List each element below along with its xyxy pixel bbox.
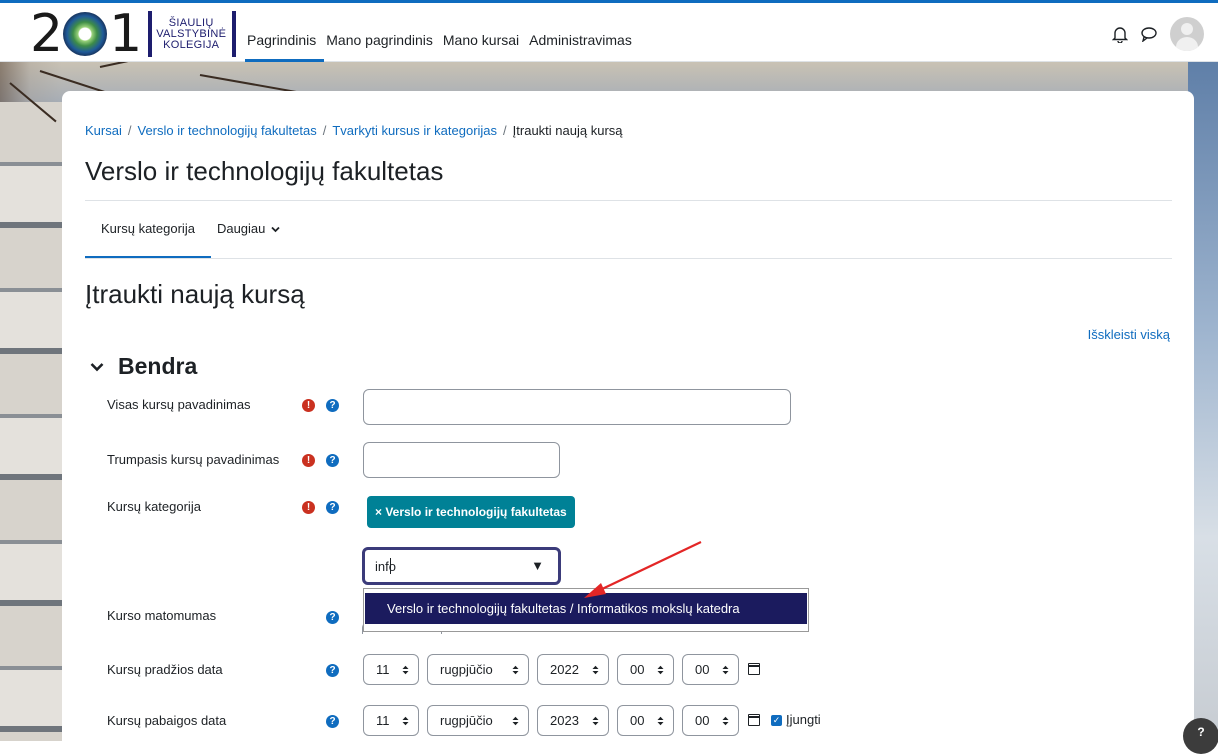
breadcrumb: Kursai / Verslo ir technologijų fakultetas… xyxy=(85,123,623,138)
startdate-minute-select[interactable]: 00 xyxy=(682,654,739,685)
sort-arrows-icon xyxy=(402,706,409,738)
required-icon: ! xyxy=(302,501,315,514)
bell-icon[interactable] xyxy=(1112,25,1128,43)
logo-sun-icon xyxy=(63,12,108,56)
enddate-minute-select[interactable]: 00 xyxy=(682,705,739,736)
category-search-input[interactable]: info ▼ xyxy=(362,547,561,585)
startdate-day-select[interactable]: 11 xyxy=(363,654,419,685)
required-icon: ! xyxy=(302,399,315,412)
category-label: Kursų kategorija xyxy=(107,499,201,514)
select-value: 00 xyxy=(695,713,710,728)
breadcrumb-separator: / xyxy=(322,123,327,138)
tab-kursu-kategorija[interactable]: Kursų kategorija xyxy=(85,201,211,259)
enddate-month-select[interactable]: rugpjūčio xyxy=(427,705,529,736)
sort-arrows-icon xyxy=(592,655,599,687)
secondary-nav: Kursų kategorija Daugiau xyxy=(85,201,296,259)
chat-bubble-icon[interactable] xyxy=(1140,26,1158,42)
category-search-value: info xyxy=(375,559,396,574)
breadcrumb-item-kursai[interactable]: Kursai xyxy=(85,123,122,138)
sort-arrows-icon xyxy=(512,655,519,687)
category-suggestion-option[interactable]: Verslo ir technologijų fakultetas / Info… xyxy=(365,593,807,624)
enddate-day-select[interactable]: 11 xyxy=(363,705,419,736)
shortname-label: Trumpasis kursų pavadinimas xyxy=(107,452,280,467)
calendar-icon[interactable] xyxy=(748,714,760,726)
enddate-hour-select[interactable]: 00 xyxy=(617,705,674,736)
breadcrumb-separator: / xyxy=(127,123,132,138)
sort-arrows-icon xyxy=(512,706,519,738)
help-icon[interactable]: ? xyxy=(326,454,339,467)
calendar-icon[interactable] xyxy=(748,663,760,675)
nav-item-administravimas[interactable]: Administravimas xyxy=(527,3,640,62)
form-heading: Įtraukti naują kursą xyxy=(85,279,305,309)
select-value: rugpjūčio xyxy=(440,713,493,728)
text-cursor xyxy=(390,558,391,574)
logo-digit-right: 1 xyxy=(109,4,142,64)
sort-arrows-icon xyxy=(722,655,729,687)
help-icon[interactable]: ? xyxy=(326,611,339,624)
nav-item-pagrindinis[interactable]: Pagrindinis xyxy=(245,3,325,62)
help-icon[interactable]: ? xyxy=(326,715,339,728)
sort-arrows-icon xyxy=(592,706,599,738)
help-icon[interactable]: ? xyxy=(326,399,339,412)
primary-nav: Pagrindinis Mano pagrindinis Mano kursai… xyxy=(245,3,640,62)
select-value: 11 xyxy=(376,662,390,677)
select-value: 00 xyxy=(630,662,645,677)
tab-daugiau[interactable]: Daugiau xyxy=(211,201,296,259)
chevron-down-icon xyxy=(271,226,280,233)
breadcrumb-item-manage[interactable]: Tvarkyti kursus ir kategorijas xyxy=(332,123,497,138)
select-value: 00 xyxy=(630,713,645,728)
enddate-label: Kursų pabaigos data xyxy=(107,713,227,728)
tab-daugiau-label: Daugiau xyxy=(216,221,266,236)
top-navbar: 2 1 ŠIAULIŲ VALSTYBINĖ KOLEGIJA Pagrindi… xyxy=(0,0,1218,62)
dropdown-arrow-icon[interactable]: ▼ xyxy=(531,558,544,573)
logo-digit-left: 2 xyxy=(30,4,63,64)
breadcrumb-item-current[interactable]: Įtraukti naują kursą xyxy=(513,123,623,138)
logo-text: ŠIAULIŲ VALSTYBINĖ KOLEGIJA xyxy=(156,17,226,51)
startdate-year-select[interactable]: 2022 xyxy=(537,654,609,685)
required-icon: ! xyxy=(302,454,315,467)
select-value: 2023 xyxy=(550,713,579,728)
selected-category-chip[interactable]: × Verslo ir technologijų fakultetas xyxy=(367,496,575,528)
breadcrumb-separator: / xyxy=(503,123,507,138)
startdate-label: Kursų pradžios data xyxy=(107,662,223,677)
visibility-label: Kurso matomumas xyxy=(107,608,217,623)
site-logo[interactable]: 2 1 ŠIAULIŲ VALSTYBINĖ KOLEGIJA xyxy=(30,4,237,64)
nav-icons xyxy=(1112,17,1204,51)
section-title: Bendra xyxy=(118,353,198,379)
enddate-enable-checkbox[interactable]: ✓ xyxy=(771,715,782,726)
divider xyxy=(85,258,1172,259)
section-header-bendra[interactable]: Bendra xyxy=(90,353,197,380)
fullname-label: Visas kursų pavadinimas xyxy=(107,397,251,412)
background-building xyxy=(0,102,62,741)
category-suggestions: Verslo ir technologijų fakultetas / Info… xyxy=(363,588,809,632)
logo-divider xyxy=(148,11,153,57)
sort-arrows-icon xyxy=(722,706,729,738)
help-corner-button[interactable]: ? xyxy=(1183,718,1218,754)
sort-arrows-icon xyxy=(657,655,664,687)
user-avatar[interactable] xyxy=(1170,17,1204,51)
sort-arrows-icon xyxy=(657,706,664,738)
startdate-month-select[interactable]: rugpjūčio xyxy=(427,654,529,685)
select-value: 00 xyxy=(695,662,710,677)
fullname-input[interactable] xyxy=(363,389,791,425)
select-value: 2022 xyxy=(550,662,579,677)
nav-item-mano-pagrindinis[interactable]: Mano pagrindinis xyxy=(324,3,441,62)
main-content-card: Kursai / Verslo ir technologijų fakultetas… xyxy=(62,91,1194,751)
enddate-enable-label: Įjungti xyxy=(786,712,821,727)
select-value: rugpjūčio xyxy=(440,662,493,677)
breadcrumb-item-faculty[interactable]: Verslo ir technologijų fakultetas xyxy=(137,123,316,138)
startdate-hour-select[interactable]: 00 xyxy=(617,654,674,685)
logo-line-3: KOLEGIJA xyxy=(163,38,220,51)
enddate-year-select[interactable]: 2023 xyxy=(537,705,609,736)
expand-all-link[interactable]: Išskleisti viską xyxy=(1088,327,1170,342)
page-title: Verslo ir technologijų fakultetas xyxy=(85,156,444,186)
logo-divider xyxy=(232,11,237,57)
shortname-input[interactable] xyxy=(363,442,560,478)
help-icon[interactable]: ? xyxy=(326,501,339,514)
select-value: 11 xyxy=(376,713,390,728)
nav-item-mano-kursai[interactable]: Mano kursai xyxy=(441,3,527,62)
help-icon[interactable]: ? xyxy=(326,664,339,677)
chevron-down-icon xyxy=(90,362,104,371)
sort-arrows-icon xyxy=(402,655,409,687)
